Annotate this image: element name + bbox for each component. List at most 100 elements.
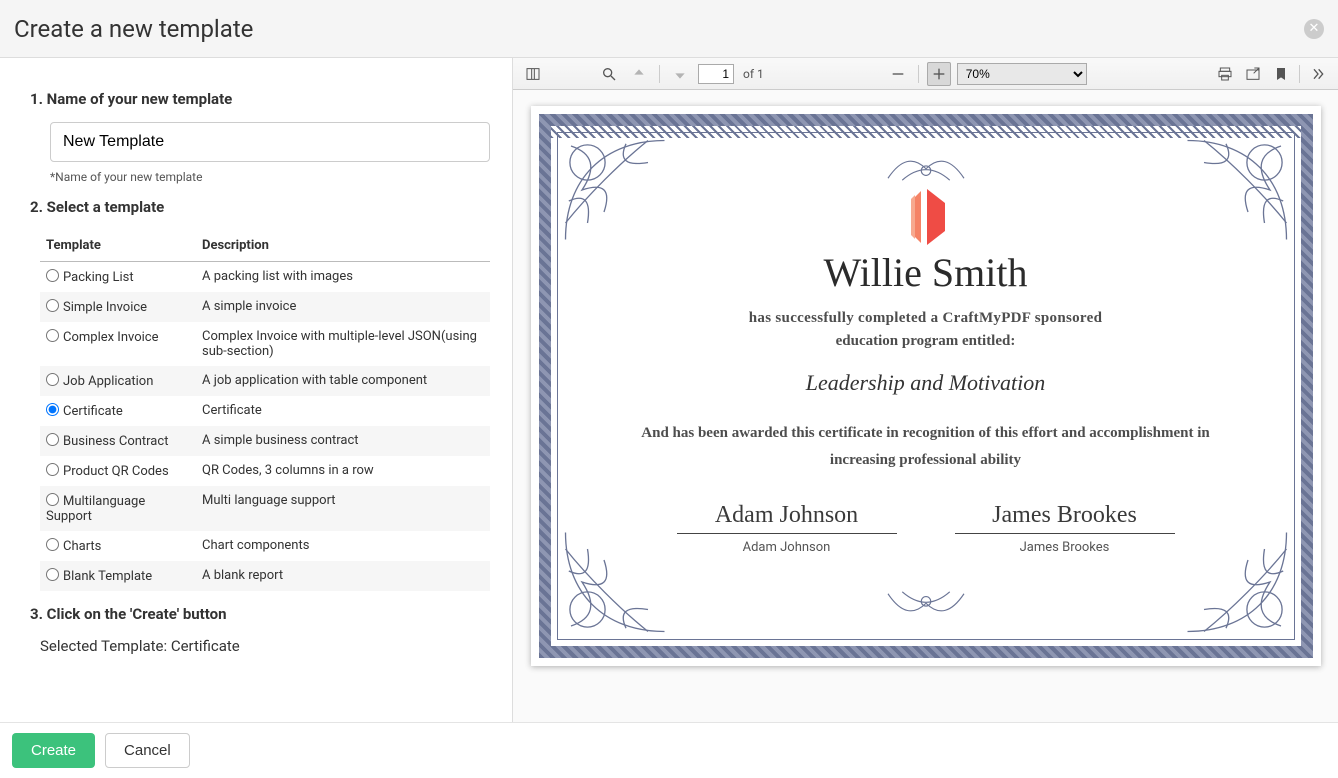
col-description-header: Description bbox=[196, 230, 490, 262]
certificate-course: Leadership and Motivation bbox=[588, 370, 1264, 396]
template-option[interactable]: Packing List bbox=[46, 270, 134, 285]
separator bbox=[918, 65, 919, 83]
step2-heading: 2. Select a template bbox=[30, 198, 492, 216]
table-row: Charts Chart components bbox=[40, 531, 490, 561]
template-radio[interactable] bbox=[46, 373, 59, 386]
ornament-corner-tr bbox=[1182, 135, 1292, 245]
template-option[interactable]: Charts bbox=[46, 539, 101, 554]
viewer-toolbar: of 1 70% bbox=[513, 58, 1338, 90]
template-description: A packing list with images bbox=[196, 262, 490, 293]
modal-title: Create a new template bbox=[14, 15, 253, 43]
separator bbox=[1299, 65, 1300, 83]
template-option[interactable]: Job Application bbox=[46, 374, 153, 389]
certificate-outer-border: Willie Smith has successfully completed … bbox=[539, 114, 1313, 658]
template-option[interactable]: Product QR Codes bbox=[46, 464, 169, 479]
template-description: QR Codes, 3 columns in a row bbox=[196, 456, 490, 486]
table-row: Job Application A job application with ta… bbox=[40, 366, 490, 396]
template-radio[interactable] bbox=[46, 433, 59, 446]
certificate-line1: has successfully completed a CraftMyPDF … bbox=[588, 310, 1264, 327]
template-description: A blank report bbox=[196, 561, 490, 591]
zoom-in-button[interactable] bbox=[927, 62, 951, 86]
bookmark-icon bbox=[1273, 66, 1289, 82]
template-name-label: Business Contract bbox=[63, 434, 168, 449]
col-template-header: Template bbox=[40, 230, 196, 262]
ornament-corner-br bbox=[1182, 527, 1292, 637]
tools-menu-button[interactable] bbox=[1306, 62, 1330, 86]
step3-heading: 3. Click on the 'Create' button bbox=[30, 605, 492, 623]
template-description: A simple invoice bbox=[196, 292, 490, 322]
close-button[interactable]: ✕ bbox=[1304, 19, 1324, 39]
table-row: Complex InvoiceComplex Invoice with mult… bbox=[40, 322, 490, 366]
printer-icon bbox=[1217, 66, 1233, 82]
cancel-button[interactable]: Cancel bbox=[105, 733, 190, 768]
table-row: Blank Template A blank report bbox=[40, 561, 490, 591]
certificate-award-text: And has been awarded this certificate in… bbox=[588, 420, 1264, 474]
arrow-down-icon bbox=[672, 66, 688, 82]
signature-row: Adam Johnson Adam Johnson James Brookes … bbox=[588, 502, 1264, 555]
selected-template-label: Selected Template: bbox=[40, 637, 171, 655]
zoom-out-button[interactable] bbox=[886, 62, 910, 86]
certificate-line2: education program entitled: bbox=[588, 333, 1264, 350]
sidebar-toggle-button[interactable] bbox=[521, 62, 545, 86]
template-radio[interactable] bbox=[46, 269, 59, 282]
modal-footer: Create Cancel bbox=[0, 722, 1338, 778]
preview-panel: of 1 70% bbox=[512, 58, 1338, 722]
template-name-label: Charts bbox=[63, 539, 101, 554]
template-description: Multi language support bbox=[196, 486, 490, 531]
template-option[interactable]: Multilanguage Support bbox=[46, 494, 145, 524]
template-option[interactable]: Certificate bbox=[46, 404, 123, 419]
template-radio[interactable] bbox=[46, 568, 59, 581]
table-row: Multilanguage Support Multi language supp… bbox=[40, 486, 490, 531]
chevrons-right-icon bbox=[1310, 66, 1326, 82]
table-row: Simple Invoice A simple invoice bbox=[40, 292, 490, 322]
template-option[interactable]: Business Contract bbox=[46, 434, 168, 449]
template-name-label: Complex Invoice bbox=[63, 330, 159, 345]
close-icon: ✕ bbox=[1309, 21, 1320, 36]
create-button[interactable]: Create bbox=[12, 733, 95, 768]
template-description: A job application with table component bbox=[196, 366, 490, 396]
open-icon bbox=[1245, 66, 1261, 82]
certificate-recipient: Willie Smith bbox=[588, 249, 1264, 296]
template-option[interactable]: Simple Invoice bbox=[46, 300, 147, 315]
next-page-button[interactable] bbox=[668, 62, 692, 86]
table-row: Product QR Codes QR Codes, 3 columns in a… bbox=[40, 456, 490, 486]
template-description: Chart components bbox=[196, 531, 490, 561]
template-name-input[interactable] bbox=[50, 122, 490, 162]
template-radio[interactable] bbox=[46, 463, 59, 476]
ornament-corner-bl bbox=[560, 527, 670, 637]
template-radio[interactable] bbox=[46, 403, 59, 416]
template-description: A simple business contract bbox=[196, 426, 490, 456]
open-file-button[interactable] bbox=[1241, 62, 1265, 86]
template-radio[interactable] bbox=[46, 538, 59, 551]
selected-template-line: Selected Template: Certificate bbox=[40, 637, 492, 655]
template-name-label: Certificate bbox=[63, 404, 123, 419]
signature-2-script: James Brookes bbox=[955, 502, 1175, 529]
template-name-label: Simple Invoice bbox=[63, 300, 147, 315]
template-radio[interactable] bbox=[46, 329, 59, 342]
template-option[interactable]: Blank Template bbox=[46, 569, 152, 584]
template-option[interactable]: Complex Invoice bbox=[46, 330, 159, 345]
minus-icon bbox=[890, 66, 906, 82]
template-radio[interactable] bbox=[46, 299, 59, 312]
search-icon bbox=[601, 66, 617, 82]
ornament-corner-tl bbox=[560, 135, 670, 245]
template-description: Certificate bbox=[196, 396, 490, 426]
bookmark-button[interactable] bbox=[1269, 62, 1293, 86]
signature-1-name: Adam Johnson bbox=[677, 533, 897, 555]
table-row: Business Contract A simple business contr… bbox=[40, 426, 490, 456]
template-name-label: Job Application bbox=[63, 374, 153, 389]
find-button[interactable] bbox=[597, 62, 621, 86]
selected-template-value: Certificate bbox=[171, 637, 240, 655]
table-row: Packing List A packing list with images bbox=[40, 262, 490, 293]
signature-2-name: James Brookes bbox=[955, 533, 1175, 555]
certificate-logo bbox=[588, 189, 1264, 245]
zoom-select[interactable]: 70% bbox=[957, 63, 1087, 85]
page-of-label: of 1 bbox=[743, 67, 764, 81]
preview-area[interactable]: Willie Smith has successfully completed … bbox=[513, 90, 1338, 722]
plus-icon bbox=[931, 66, 947, 82]
prev-page-button[interactable] bbox=[627, 62, 651, 86]
template-radio[interactable] bbox=[46, 493, 59, 506]
modal-header: Create a new template ✕ bbox=[0, 0, 1338, 58]
print-button[interactable] bbox=[1213, 62, 1237, 86]
page-number-input[interactable] bbox=[698, 64, 734, 84]
